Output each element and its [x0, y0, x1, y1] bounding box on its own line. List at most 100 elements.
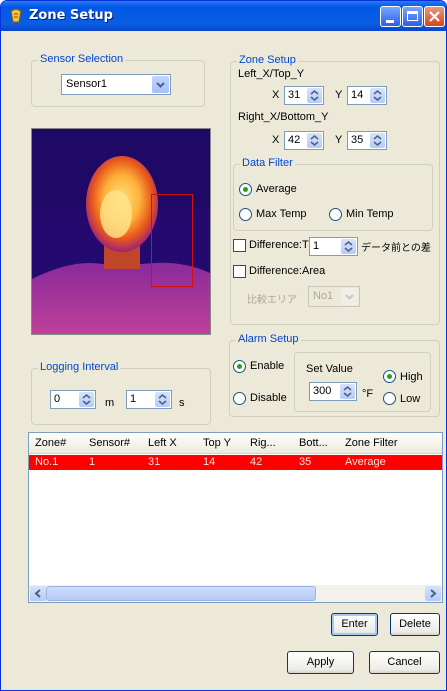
min-temp-radio[interactable]	[329, 208, 342, 221]
zone-rectangle[interactable]	[151, 194, 193, 287]
column-header[interactable]: Bott...	[299, 437, 328, 449]
title-bar[interactable]: Zone Setup	[1, 1, 446, 31]
difference-area-checkbox[interactable]	[233, 265, 246, 278]
alarm-disable-radio[interactable]	[233, 392, 246, 405]
column-header[interactable]: Left X	[148, 437, 177, 449]
chevron-down-icon[interactable]	[152, 76, 169, 93]
alarm-high-label[interactable]: High	[400, 371, 423, 383]
table-cell: 14	[203, 456, 216, 468]
compare-area-label: 比較エリア	[247, 295, 297, 306]
delete-button[interactable]: Delete	[390, 613, 440, 636]
table-cell: No.1	[35, 456, 59, 468]
difference-t-spinner[interactable]: 1	[309, 237, 358, 256]
seconds-unit: s	[179, 397, 185, 409]
spinner-arrows-icon[interactable]	[370, 88, 385, 103]
sensor-selection-legend: Sensor Selection	[38, 53, 126, 65]
sensor-select-value: Sensor1	[66, 78, 107, 90]
logging-interval-legend: Logging Interval	[38, 361, 121, 373]
set-value-spinner[interactable]: 300	[309, 382, 357, 401]
logging-seconds-spinner[interactable]: 1	[126, 390, 172, 409]
minimize-button[interactable]	[380, 6, 401, 27]
logging-seconds-value: 1	[130, 393, 137, 405]
enter-button[interactable]: Enter	[331, 613, 378, 636]
temperature-unit: °F	[362, 388, 374, 400]
max-temp-label[interactable]: Max Temp	[256, 208, 307, 220]
sensor-select[interactable]: Sensor1	[61, 74, 171, 95]
table-cell: 1	[89, 456, 96, 468]
close-icon	[429, 11, 440, 22]
minutes-unit: m	[105, 397, 115, 409]
table-cell: Average	[345, 456, 386, 468]
difference-t-label[interactable]: Difference:T	[249, 239, 309, 251]
column-header[interactable]: Rig...	[250, 437, 276, 449]
set-value-value: 300	[313, 385, 332, 397]
alarm-high-radio[interactable]	[383, 370, 396, 383]
compare-area-select[interactable]: No1	[308, 286, 360, 307]
right-x-spinner[interactable]: 42	[284, 131, 324, 150]
alarm-low-label[interactable]: Low	[400, 393, 420, 405]
alarm-setup-legend: Alarm Setup	[236, 333, 301, 345]
left-x-value: 31	[288, 89, 301, 101]
spinner-arrows-icon[interactable]	[307, 133, 322, 148]
zone-setup-window: Zone Setup Sensor Selection Sensor1 Zone…	[0, 0, 447, 691]
scrollbar-thumb[interactable]	[46, 586, 316, 601]
data-filter-legend: Data Filter	[240, 157, 295, 169]
column-header[interactable]: Zone Filter	[345, 437, 398, 449]
zone-list[interactable]: Zone# Sensor# Left X Top Y Rig... Bott..…	[28, 432, 443, 603]
average-label[interactable]: Average	[256, 183, 297, 195]
data-filter-group: Data Filter	[233, 157, 433, 231]
spinner-arrows-icon[interactable]	[155, 392, 170, 407]
compare-area-value: No1	[313, 290, 334, 302]
app-icon	[10, 8, 22, 23]
apply-button[interactable]: Apply	[287, 651, 354, 674]
column-header[interactable]: Zone#	[35, 437, 66, 449]
min-temp-label[interactable]: Min Temp	[346, 208, 393, 220]
maximize-button[interactable]	[402, 6, 423, 27]
top-y-spinner[interactable]: 14	[347, 86, 387, 105]
alarm-enable-label[interactable]: Enable	[250, 360, 284, 372]
bottom-y-spinner[interactable]: 35	[347, 131, 387, 150]
left-x-label: X	[272, 89, 280, 101]
table-cell: 31	[148, 456, 161, 468]
top-y-value: 14	[351, 89, 364, 101]
top-y-label: Y	[335, 89, 343, 101]
spinner-arrows-icon[interactable]	[79, 392, 94, 407]
thermal-image	[31, 128, 211, 335]
average-radio[interactable]	[239, 183, 252, 196]
table-cell: 35	[299, 456, 312, 468]
alarm-low-radio[interactable]	[383, 392, 396, 405]
close-button[interactable]	[424, 6, 445, 27]
zone-setup-legend: Zone Setup	[237, 54, 298, 66]
column-header[interactable]: Sensor#	[89, 437, 130, 449]
logging-minutes-spinner[interactable]: 0	[50, 390, 96, 409]
chevron-down-icon[interactable]	[341, 288, 358, 305]
set-value-label: Set Value	[306, 363, 353, 375]
left-top-label: Left_X/Top_Y	[238, 68, 305, 80]
logging-minutes-value: 0	[54, 393, 61, 405]
max-temp-radio[interactable]	[239, 208, 252, 221]
right-x-label: X	[272, 134, 280, 146]
zone-list-header: Zone# Sensor# Left X Top Y Rig... Bott..…	[29, 433, 442, 454]
right-x-value: 42	[288, 134, 301, 146]
right-bottom-label: Right_X/Bottom_Y	[238, 111, 329, 123]
horizontal-scrollbar[interactable]	[29, 585, 442, 602]
difference-t-value: 1	[313, 240, 320, 252]
spinner-arrows-icon[interactable]	[340, 384, 355, 399]
difference-t-suffix: データ前との差	[361, 243, 431, 254]
table-cell: 42	[250, 456, 263, 468]
scroll-left-icon[interactable]	[30, 586, 46, 601]
spinner-arrows-icon[interactable]	[370, 133, 385, 148]
difference-area-label[interactable]: Difference:Area	[249, 265, 325, 277]
window-title: Zone Setup	[29, 8, 113, 23]
scroll-right-icon[interactable]	[425, 586, 441, 601]
alarm-disable-label[interactable]: Disable	[250, 392, 287, 404]
alarm-enable-radio[interactable]	[233, 360, 246, 373]
left-x-spinner[interactable]: 31	[284, 86, 324, 105]
spinner-arrows-icon[interactable]	[307, 88, 322, 103]
difference-t-checkbox[interactable]	[233, 239, 246, 252]
column-header[interactable]: Top Y	[203, 437, 231, 449]
bottom-y-value: 35	[351, 134, 364, 146]
spinner-arrows-icon[interactable]	[341, 239, 356, 254]
cancel-button[interactable]: Cancel	[369, 651, 440, 674]
table-row[interactable]: No.1 1 31 14 42 35 Average	[29, 455, 442, 470]
